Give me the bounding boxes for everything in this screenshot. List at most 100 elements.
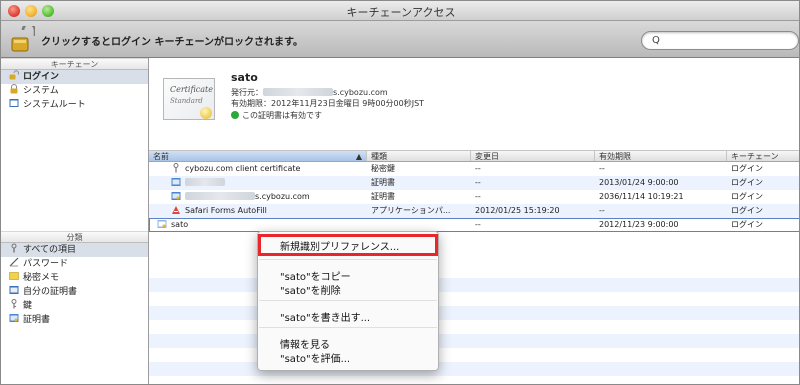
certificate-icon xyxy=(171,178,181,186)
sidebar-item-label: 自分の証明書 xyxy=(23,287,78,297)
key-icon xyxy=(11,299,17,309)
lock-button[interactable] xyxy=(9,22,37,54)
sidebar-item-system[interactable]: システム xyxy=(1,84,148,98)
column-header-name[interactable]: 名前 ▲ xyxy=(149,151,367,161)
sidebar-item-label: システム xyxy=(23,86,59,96)
cell-expires: 2036/11/14 10:19:21 xyxy=(599,192,684,201)
lock-icon xyxy=(10,84,18,94)
column-header-modified[interactable]: 変更日 xyxy=(471,151,595,161)
folder-icon xyxy=(9,99,19,107)
item-detail: Certificate Standard sato 発行元： s.cybozu.c… xyxy=(149,58,799,150)
validity-line: この証明書は有効です xyxy=(231,110,322,121)
column-header-keychain[interactable]: キーチェーン xyxy=(727,151,799,161)
cell-keychain: ログイン xyxy=(731,178,763,187)
cell-kind: 秘密鍵 xyxy=(371,164,395,173)
menu-item-get-info[interactable]: 情報を見る xyxy=(280,336,330,351)
table-row[interactable]: 証明書 -- 2013/01/24 9:00:00 ログイン xyxy=(149,176,799,190)
certificate-image: Certificate Standard xyxy=(163,78,215,120)
sidebar-item-secure-notes[interactable]: 秘密メモ xyxy=(1,271,148,285)
redacted-text xyxy=(185,192,255,200)
keychain-access-window: キーチェーンアクセス クリックするとログイン キーチェーンがロックされます。 Q… xyxy=(0,0,800,385)
certificate-icon xyxy=(171,192,181,200)
lock-open-icon xyxy=(9,70,19,80)
table-row-selected[interactable]: sato -- 2012/11/23 9:00:00 ログイン xyxy=(149,218,799,232)
sidebar-item-label: 鍵 xyxy=(23,301,33,311)
lock-message: クリックするとログイン キーチェーンがロックされます。 xyxy=(41,37,303,48)
highlight-annotation xyxy=(258,234,438,256)
cell-kind: 証明書 xyxy=(371,178,395,187)
cell-kind xyxy=(367,218,471,232)
cell-modified: -- xyxy=(475,220,481,229)
validity-text: この証明書は有効です xyxy=(242,111,322,120)
menu-item-copy[interactable]: "sato"をコピー xyxy=(280,268,351,283)
cell-kind: アプリケーションパ... xyxy=(371,206,451,215)
cell-keychain: ログイン xyxy=(731,192,763,201)
column-header-kind[interactable]: 種類 xyxy=(367,151,471,161)
cell-kind: 証明書 xyxy=(371,192,395,201)
row-name: sato xyxy=(171,220,189,229)
sidebar-item-system-roots[interactable]: システムルート xyxy=(1,98,148,112)
cell-keychain: ログイン xyxy=(731,206,763,215)
sidebar-item-keys[interactable]: 鍵 xyxy=(1,299,148,313)
cell-name: s.cybozu.com xyxy=(149,190,367,204)
certificate-seal-icon xyxy=(200,107,212,119)
issuer-value: s.cybozu.com xyxy=(333,88,388,97)
secure-note-icon xyxy=(9,272,19,280)
my-certificate-icon xyxy=(9,286,19,294)
column-header-expires[interactable]: 有効期限 xyxy=(595,151,727,161)
search-icon: Q xyxy=(652,35,660,46)
toolbar: クリックするとログイン キーチェーンがロックされます。 Q xyxy=(1,21,799,58)
sidebar-item-certificates[interactable]: 証明書 xyxy=(1,313,148,327)
sidebar-item-my-certificates[interactable]: 自分の証明書 xyxy=(1,285,148,299)
sidebar-item-label: 証明書 xyxy=(23,315,51,325)
certificate-icon xyxy=(157,220,167,228)
sidebar-item-label: パスワード xyxy=(23,259,69,269)
cell-name: cybozu.com client certificate xyxy=(149,162,367,176)
sidebar-item-login[interactable]: ログイン xyxy=(1,70,148,84)
certificate-image-text: Certificate xyxy=(170,85,213,94)
expiry-line: 有効期限：2012年11月23日金曜日 9時00分00秒JST xyxy=(231,99,425,108)
issuer-label: 発行元： xyxy=(231,88,263,97)
table-header: 名前 ▲ 種類 変更日 有効期限 キーチェーン xyxy=(149,150,799,162)
sidebar-item-label: すべての項目 xyxy=(23,245,77,255)
row-name: cybozu.com client certificate xyxy=(185,164,301,173)
menu-separator xyxy=(259,300,437,301)
window-title: キーチェーンアクセス xyxy=(346,6,456,19)
row-name: s.cybozu.com xyxy=(255,192,310,201)
items-table: 名前 ▲ 種類 変更日 有効期限 キーチェーン cybozu.com client… xyxy=(149,150,799,384)
sidebar-item-all-items[interactable]: すべての項目 xyxy=(1,243,148,257)
cell-expires: -- xyxy=(599,206,605,215)
table-row[interactable]: cybozu.com client certificate 秘密鍵 -- -- … xyxy=(149,162,799,176)
table-row[interactable]: s.cybozu.com 証明書 -- 2036/11/14 10:19:21 … xyxy=(149,190,799,204)
cell-modified: -- xyxy=(475,192,481,201)
menu-item-delete[interactable]: "sato"を削除 xyxy=(280,282,341,297)
cell-expires: 2012/11/23 9:00:00 xyxy=(599,220,679,229)
table-empty-area xyxy=(149,264,799,384)
sidebar: キーチェーン ログイン システム システムルート 分類 すべての項目 パスワード… xyxy=(1,58,149,384)
cell-modified: 2012/01/25 15:19:20 xyxy=(475,206,560,215)
all-items-icon xyxy=(11,243,17,253)
padlock-open-icon xyxy=(11,22,37,52)
cell-expires: 2013/01/24 9:00:00 xyxy=(599,178,679,187)
menu-item-export[interactable]: "sato"を書き出す... xyxy=(280,309,370,324)
sidebar-item-label: ログイン xyxy=(23,72,60,82)
sidebar-item-label: 秘密メモ xyxy=(23,273,60,283)
cell-name: Safari Forms AutoFill xyxy=(149,204,367,218)
title-bar[interactable]: キーチェーンアクセス xyxy=(1,1,799,21)
table-row[interactable]: Safari Forms AutoFill アプリケーションパ... 2012/… xyxy=(149,204,799,218)
redacted-text xyxy=(185,178,225,186)
cell-keychain: ログイン xyxy=(731,220,763,229)
sidebar-item-passwords[interactable]: パスワード xyxy=(1,257,148,271)
redacted-text xyxy=(263,88,333,96)
certificate-image-subtext: Standard xyxy=(170,97,203,105)
issuer-line: 発行元： s.cybozu.com xyxy=(231,87,388,98)
row-name: Safari Forms AutoFill xyxy=(185,206,267,215)
category-header: 分類 xyxy=(1,231,148,243)
menu-item-evaluate[interactable]: "sato"を評価... xyxy=(280,350,350,365)
sort-ascending-icon: ▲ xyxy=(355,152,362,161)
column-header-label: 名前 xyxy=(153,152,169,161)
cell-modified: -- xyxy=(475,164,481,173)
cell-expires: -- xyxy=(599,164,605,173)
sidebar-item-label: システムルート xyxy=(23,100,86,110)
search-field[interactable]: Q xyxy=(641,31,799,50)
